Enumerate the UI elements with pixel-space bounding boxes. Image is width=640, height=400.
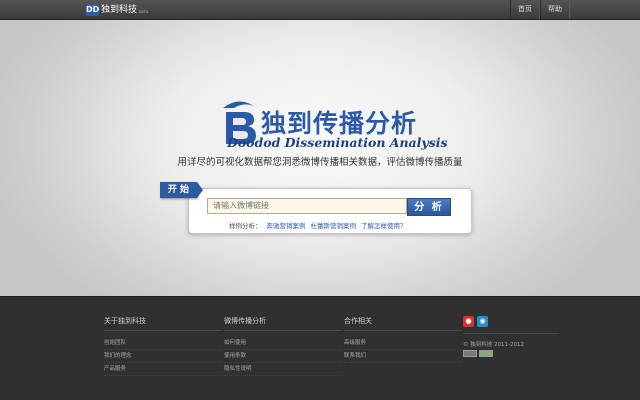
footer-col-title: 关于独到科技 [104, 316, 222, 331]
analyze-button[interactable]: 分 析 [407, 198, 451, 216]
cert-badges [463, 350, 493, 357]
weibo-icon[interactable]: ● [463, 316, 474, 327]
brand[interactable]: DD 独到科技 beta [86, 3, 148, 16]
footer-col-analysis: 微博传播分析 如何使用 使用条款 隐私性说明 [224, 316, 342, 376]
product-title-en: Doodod Dissemination Analysis [227, 135, 448, 150]
top-bar: DD 独到科技 beta 首页 帮助 [0, 0, 640, 20]
examples-row: 样例分析： 奔驰营销案例 杜蕾斯营销案例 了解怎样使用？ [229, 220, 407, 230]
footer-col-cooperation: 合作相关 高级服务 联系我们 [344, 316, 462, 363]
cert-badge-icon [463, 350, 477, 357]
footer-col-about: 关于独到科技 创始团队 我们的理念 产品服务 [104, 316, 222, 376]
footer-link[interactable]: 使用条款 [224, 350, 342, 363]
qq-icon[interactable]: ◉ [477, 316, 488, 327]
brand-logo-icon: DD [86, 3, 100, 16]
social-icons: ● ◉ [463, 316, 488, 327]
footer-link[interactable]: 隐私性说明 [224, 363, 342, 376]
example-benz-link[interactable]: 奔驰营销案例 [267, 222, 306, 230]
top-nav: 首页 帮助 [510, 0, 570, 19]
footer-link[interactable]: 高级服务 [344, 337, 462, 350]
brand-name: 独到科技 [101, 4, 138, 15]
footer-link[interactable]: 如何使用 [224, 337, 342, 350]
tagline: 用详尽的可视化数据帮您洞悉微博传播相关数据，评估微博传播质量 [177, 157, 463, 168]
nav-help-link[interactable]: 帮助 [540, 0, 570, 19]
how-to-use-link[interactable]: 了解怎样使用？ [361, 222, 407, 230]
footer-col-title: 合作相关 [344, 316, 462, 331]
copyright: © 独到科技 2011-2012 [463, 342, 524, 348]
footer-link[interactable]: 产品服务 [104, 363, 222, 376]
brand-beta-label: beta [139, 9, 149, 14]
start-tab: 开 始 [160, 182, 203, 198]
footer-link[interactable]: 创始团队 [104, 337, 222, 350]
examples-label: 样例分析： [229, 222, 262, 230]
footer-col-title: 微博传播分析 [224, 316, 342, 331]
hero-section: 独到传播分析 Doodod Dissemination Analysis 用详尽… [0, 20, 640, 297]
footer-divider [463, 333, 559, 334]
search-panel: 分 析 样例分析： 奔驰营销案例杜蕾斯营销案例了解怎样使用？ [188, 188, 472, 234]
example-durex-link[interactable]: 杜蕾斯营销案例 [311, 222, 357, 230]
weibo-url-input[interactable] [207, 198, 407, 214]
footer-link[interactable]: 我们的理念 [104, 350, 222, 363]
nav-home-link[interactable]: 首页 [510, 0, 540, 19]
footer-link[interactable]: 联系我们 [344, 350, 462, 363]
footer: 关于独到科技 创始团队 我们的理念 产品服务 微博传播分析 如何使用 使用条款 … [0, 297, 640, 400]
cert-badge-icon [479, 350, 493, 357]
